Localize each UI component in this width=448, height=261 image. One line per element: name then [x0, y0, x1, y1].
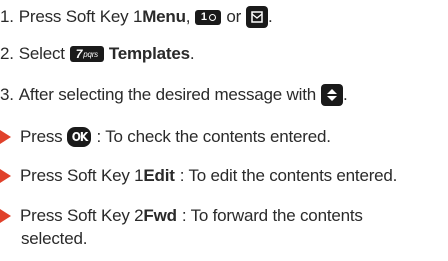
templates-label: Templates	[108, 44, 190, 63]
menu-label: Menu	[142, 7, 186, 26]
instruction-document: 1. Press Soft Key 1 Menu , 1 or . 2. Sel…	[0, 0, 448, 261]
punct: .	[343, 85, 348, 104]
bullet-text: Press Soft Key 2	[20, 206, 144, 225]
key-7-pqrs-icon: 7 pqrs	[69, 46, 104, 62]
bullet-text: Press	[20, 127, 63, 146]
ok-key-icon: OK	[67, 127, 92, 147]
or-text: or	[226, 7, 242, 26]
key-7-sub: pqrs	[83, 49, 98, 59]
bullet-arrow-icon	[0, 169, 11, 183]
key-1-icon: 1	[195, 9, 222, 25]
step-text: After selecting the desired message with	[18, 85, 316, 104]
punct: .	[189, 44, 195, 63]
bullet-desc: : To check the contents entered.	[96, 127, 331, 146]
step-text: Press Soft Key 1	[18, 7, 143, 26]
bullet-arrow-icon	[0, 130, 11, 144]
navigation-updown-icon	[321, 84, 343, 106]
step-text: Select	[18, 44, 65, 63]
bullet-desc: : To forward the contents	[181, 206, 363, 225]
fwd-label: Fwd	[143, 206, 177, 225]
bullet-edit: Press Soft Key 1 Edit : To edit the cont…	[0, 165, 397, 187]
step-2: 2. Select 7 pqrs Templates .	[0, 43, 195, 65]
step-number: 3.	[0, 85, 14, 104]
edit-label: Edit	[143, 166, 175, 185]
bullet-fwd-continued: selected.	[21, 228, 87, 250]
bullet-text: Press Soft Key 1	[20, 166, 144, 185]
step-number: 2.	[0, 44, 14, 63]
key-7-label: 7	[75, 47, 83, 61]
bullet-fwd: Press Soft Key 2 Fwd : To forward the co…	[0, 205, 363, 227]
bullet-desc: : To edit the contents entered.	[179, 166, 398, 185]
bullet-arrow-icon	[0, 209, 11, 223]
envelope-icon	[246, 6, 269, 28]
key-1-label: 1	[200, 11, 207, 23]
step-number: 1.	[0, 7, 14, 26]
bullet-ok: Press OK : To check the contents entered…	[0, 126, 331, 148]
bullet-desc-cont: selected.	[21, 229, 88, 248]
step-1: 1. Press Soft Key 1 Menu , 1 or .	[0, 6, 273, 28]
punct: ,	[185, 7, 191, 26]
step-3: 3. After selecting the desired message w…	[0, 84, 348, 106]
